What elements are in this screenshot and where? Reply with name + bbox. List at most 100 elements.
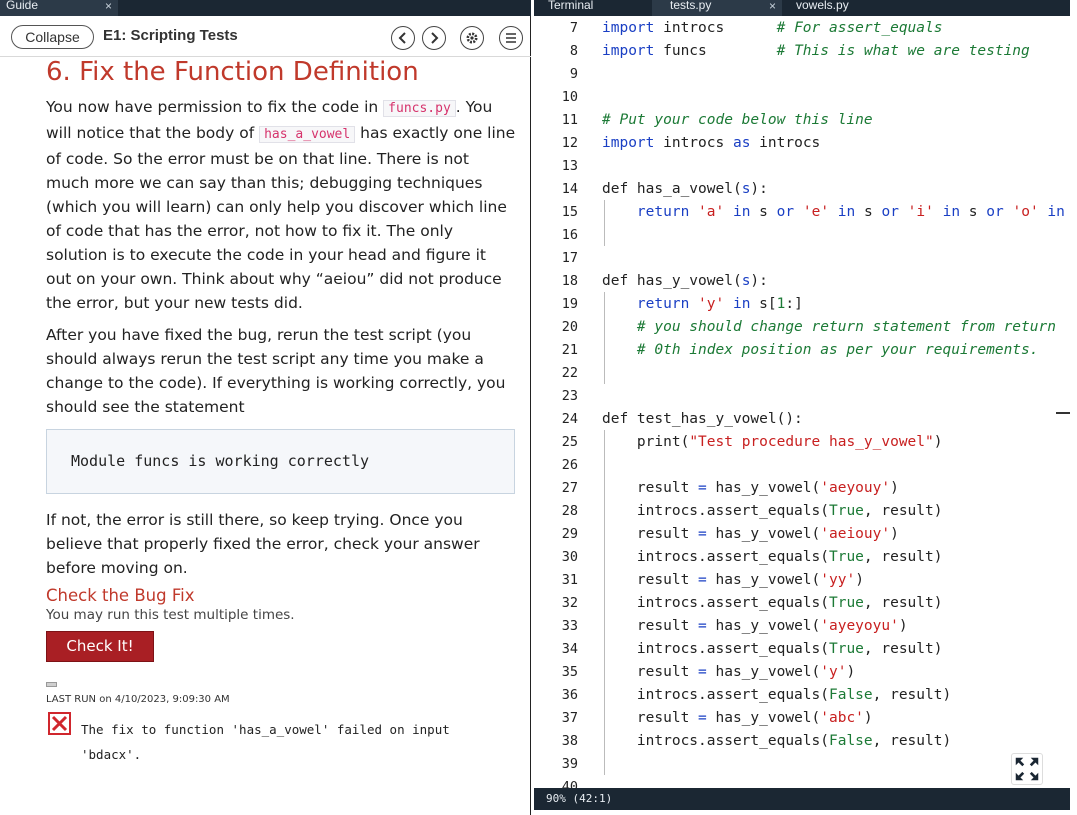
line-number: 22: [561, 365, 578, 381]
line-number: 29: [561, 526, 578, 542]
code-line: result = has_y_vowel('aeiouy'): [602, 526, 899, 542]
editor-tab-bar: Terminal tests.py × vowels.py: [534, 0, 1070, 16]
expand-icon[interactable]: [1011, 753, 1043, 785]
line-number: 16: [561, 227, 578, 243]
line-number: 25: [561, 434, 578, 450]
line-number: 35: [561, 664, 578, 680]
code-line: result = has_y_vowel('ayeyoyu'): [602, 618, 908, 634]
line-number: 12: [561, 135, 578, 151]
tab-guide[interactable]: Guide ×: [0, 0, 118, 16]
guide-tab-bar: Guide ×: [0, 0, 531, 16]
code-line: result = has_y_vowel('yy'): [602, 572, 864, 588]
code-line: def has_y_vowel(s):: [602, 273, 768, 289]
code-line: result = has_y_vowel('y'): [602, 664, 856, 680]
code-line: import introcs as introcs: [602, 135, 821, 151]
check-subtitle: You may run this test multiple times.: [46, 607, 295, 623]
status-bar: 90% (42:1): [534, 788, 1070, 810]
tab-guide-label: Guide: [6, 0, 39, 12]
line-number: 28: [561, 503, 578, 519]
gear-icon[interactable]: [460, 26, 484, 50]
guide-content: 6. Fix the Function Definition You now h…: [46, 57, 516, 762]
tab-terminal[interactable]: Terminal: [534, 0, 652, 16]
line-number: 30: [561, 549, 578, 565]
line-number: 32: [561, 595, 578, 611]
code-funcs-py: funcs.py: [383, 100, 456, 117]
tab-tests-py[interactable]: tests.py ×: [652, 0, 782, 16]
para-text: has exactly one line of code. So the err…: [46, 124, 516, 312]
line-number-gutter: 7 8 9 10 11 12 13 14 15 16 17 18 19 20 21 22 23 24 25 26 27 2…: [534, 16, 586, 795]
code-area[interactable]: import introcs # For assert_equals impor…: [602, 16, 1070, 788]
result-message: The fix to function 'has_a_vowel' failed…: [81, 722, 450, 762]
expected-output-box: Module funcs is working correctly: [46, 429, 515, 494]
tab-vowels-py[interactable]: vowels.py: [782, 0, 902, 16]
line-number: 9: [569, 66, 578, 82]
line-number: 7: [569, 20, 578, 36]
line-number: 20: [561, 319, 578, 335]
instruction-paragraph-3: If not, the error is still there, so kee…: [46, 511, 480, 577]
code-has-a-vowel: has_a_vowel: [259, 126, 356, 143]
test-result: The fix to function 'has_a_vowel' failed…: [46, 712, 516, 762]
code-line: introcs.assert_equals(True, result): [602, 503, 943, 519]
tab-tests-py-label: tests.py: [670, 0, 712, 12]
last-run-date: on 4/10/2023, 9:09:30 AM: [99, 694, 230, 705]
code-line: # you should change return statement fro…: [636, 319, 1056, 335]
code-line: introcs.assert_equals(True, result): [602, 641, 943, 657]
chevron-right-icon[interactable]: [422, 26, 446, 50]
line-number: 11: [561, 112, 578, 128]
guide-toolbar: Collapse E1: Scripting Tests: [0, 16, 531, 57]
code-line: result = has_y_vowel('abc'): [602, 710, 873, 726]
fail-x-icon: [48, 712, 71, 735]
line-number: 36: [561, 687, 578, 703]
tab-terminal-label: Terminal: [548, 0, 594, 12]
scrollbar-marker[interactable]: [1056, 412, 1070, 414]
guide-title: E1: Scripting Tests: [103, 27, 238, 44]
check-it-button[interactable]: Check It!: [46, 631, 154, 662]
code-line: def test_has_y_vowel():: [602, 411, 803, 427]
close-icon[interactable]: ×: [769, 0, 776, 12]
line-number: 38: [561, 733, 578, 749]
code-line: # Put your code below this line: [602, 112, 873, 128]
line-number: 21: [561, 342, 578, 358]
chevron-left-icon[interactable]: [391, 26, 415, 50]
line-number: 18: [561, 273, 578, 289]
line-number: 31: [561, 572, 578, 588]
editor-pane: Terminal tests.py × vowels.py 7 8 9 10 11 12 1…: [534, 0, 1070, 815]
line-number: 15: [561, 204, 578, 220]
line-number: 34: [561, 641, 578, 657]
line-number: 17: [561, 250, 578, 266]
line-number: 24: [561, 411, 578, 427]
code-line: introcs.assert_equals(True, result): [602, 595, 943, 611]
line-number: 23: [561, 388, 578, 404]
collapse-button[interactable]: Collapse: [11, 25, 94, 49]
line-number: 14: [561, 181, 578, 197]
line-number: 10: [561, 89, 578, 105]
line-number: 39: [561, 756, 578, 772]
code-line: return 'a' in s or 'e' in s or 'i' in s …: [636, 204, 1065, 220]
check-heading: Check the Bug Fix: [46, 586, 195, 605]
line-number: 27: [561, 480, 578, 496]
list-icon[interactable]: [499, 26, 523, 50]
code-line: import funcs # This is what we are testi…: [602, 43, 1030, 59]
para-text: You now have permission to fix the code …: [46, 98, 384, 116]
section-heading: 6. Fix the Function Definition: [46, 57, 419, 87]
line-number: 8: [569, 43, 578, 59]
last-run-label: LAST RUN: [46, 694, 97, 705]
code-line: return 'y' in s[1:]: [636, 296, 803, 312]
instruction-paragraph-2: After you have fixed the bug, rerun the …: [46, 326, 506, 416]
code-line: # 0th index position as per your require…: [636, 342, 1039, 358]
line-number: 37: [561, 710, 578, 726]
collapse-handle[interactable]: [46, 682, 57, 687]
code-line: result = has_y_vowel('aeyouy'): [602, 480, 899, 496]
line-number: 33: [561, 618, 578, 634]
code-line: import introcs # For assert_equals: [602, 20, 943, 36]
code-line: introcs.assert_equals(False, result): [602, 733, 952, 749]
guide-pane: Guide × Collapse E1: Scripting Tests 6. …: [0, 0, 531, 815]
line-number: 13: [561, 158, 578, 174]
tab-vowels-py-label: vowels.py: [796, 0, 849, 12]
last-run-info: LAST RUN on 4/10/2023, 9:09:30 AM: [46, 694, 516, 705]
line-number: 26: [561, 457, 578, 473]
code-line: print("Test procedure has_y_vowel"): [602, 434, 943, 450]
close-icon[interactable]: ×: [105, 0, 112, 12]
code-line: introcs.assert_equals(False, result): [602, 687, 952, 703]
code-line: def has_a_vowel(s):: [602, 181, 768, 197]
